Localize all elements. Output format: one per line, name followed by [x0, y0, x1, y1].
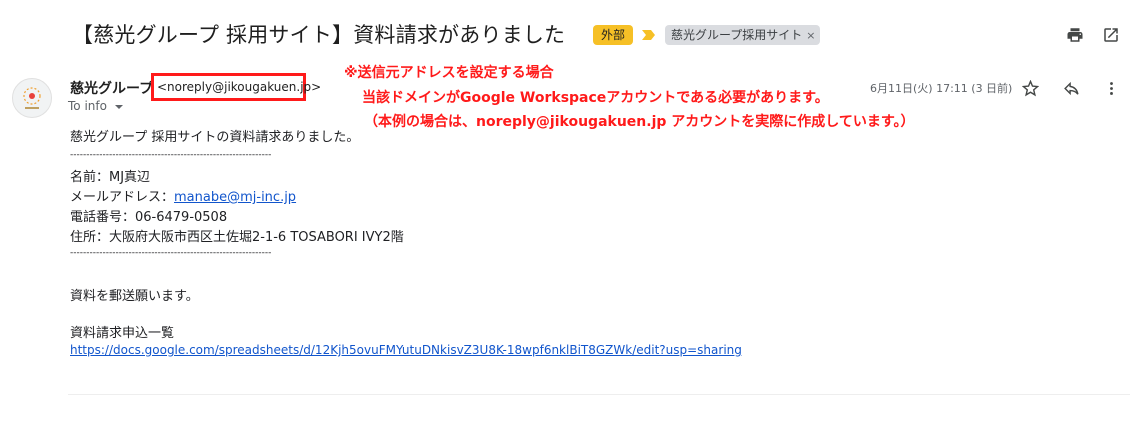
email-date: 6月11日(火) 17:11 (3 日前) [870, 82, 1013, 95]
body-email-label: メールアドレス： [70, 190, 175, 205]
remove-label-icon[interactable]: × [806, 29, 815, 42]
reply-icon [1063, 81, 1079, 95]
sender-email: <noreply@jikougakuen.jp> [157, 80, 322, 94]
sender-logo-icon [23, 87, 41, 109]
recipients-line[interactable]: To info [68, 99, 124, 113]
body-list-link-line: https://docs.google.com/spreadsheets/d/1… [70, 343, 742, 357]
print-button[interactable] [1064, 24, 1086, 46]
label-tag-text: 慈光グループ採用サイト [671, 28, 803, 42]
more-options-button[interactable] [1100, 77, 1122, 99]
recipients-label: To info [68, 99, 107, 113]
annotation-line-1: ※送信元アドレスを設定する場合 [344, 65, 554, 81]
star-button[interactable] [1019, 77, 1041, 99]
annotation-line-3: （本例の場合は、noreply@jikougakuen.jp アカウントを実際に… [364, 114, 915, 130]
body-name: 名前：MJ真辺 [70, 170, 151, 185]
chevron-down-icon[interactable] [114, 102, 124, 112]
annotation-line-2: 当該ドメインがGoogle Workspaceアカウントである必要があります。 [362, 90, 829, 106]
body-intro: 慈光グループ 採用サイトの資料請求ありました。 [70, 130, 360, 145]
reply-button[interactable] [1060, 77, 1082, 99]
spreadsheet-link[interactable]: https://docs.google.com/spreadsheets/d/1… [70, 343, 742, 357]
print-icon [1067, 28, 1083, 42]
email-subject: 【慈光グループ 採用サイト】資料請求がありました [72, 23, 566, 47]
open-in-new-window-icon [1104, 28, 1118, 42]
message-divider [68, 394, 1130, 395]
sender-name: 慈光グループ [70, 81, 154, 97]
more-vertical-icon [1109, 81, 1113, 95]
star-icon [1021, 79, 1039, 96]
sender-avatar[interactable] [12, 78, 52, 118]
label-tag-chip[interactable]: 慈光グループ採用サイト × [665, 25, 820, 45]
body-address: 住所：大阪府大阪市西区土佐堀2-1-6 TOSABORI IVY2階 [70, 230, 404, 245]
body-phone: 電話番号：06-6479-0508 [70, 210, 228, 225]
body-email-link[interactable]: manabe@mj-inc.jp [174, 190, 296, 205]
body-separator-top: ----------------------------------------… [70, 150, 272, 160]
body-list-label: 資料請求申込一覧 [70, 326, 175, 341]
open-in-new-window-button[interactable] [1100, 24, 1122, 46]
body-request: 資料を郵送願います。 [70, 289, 199, 304]
body-separator-bottom: ----------------------------------------… [70, 248, 272, 258]
body-email-line: メールアドレス：manabe@mj-inc.jp [70, 186, 296, 205]
external-label-chip[interactable]: 外部 [593, 25, 634, 45]
